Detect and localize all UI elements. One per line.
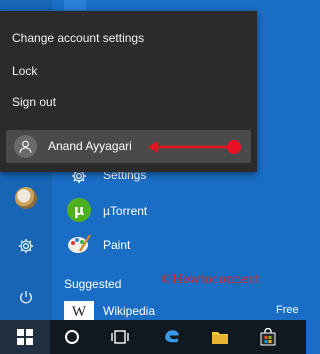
- utorrent-icon: µ: [64, 195, 94, 225]
- task-view-button[interactable]: [98, 320, 142, 354]
- account-name: Anand Ayyagari: [48, 139, 132, 153]
- store-bag-icon: [260, 328, 276, 346]
- cortana-button[interactable]: [50, 320, 94, 354]
- windows-logo-icon: [17, 329, 33, 345]
- user-placeholder-icon: [14, 135, 37, 158]
- cortana-circle-icon: [65, 330, 79, 344]
- suggested-app-wikipedia[interactable]: Wikipedia: [103, 304, 155, 318]
- app-label-paint: Paint: [103, 238, 131, 252]
- menu-item-sign-out[interactable]: Sign out: [12, 95, 56, 109]
- file-explorer-button[interactable]: [198, 320, 242, 354]
- taskbar: [0, 320, 306, 354]
- suggested-app-price: Free: [276, 304, 299, 316]
- settings-gear-icon[interactable]: [14, 234, 38, 258]
- partial-tile: [64, 0, 86, 10]
- watermark: ©Howtoconnect: [160, 272, 261, 286]
- power-icon[interactable]: [14, 285, 38, 309]
- account-menu: Change account settings Lock Sign out An…: [0, 11, 257, 172]
- wikipedia-icon: W: [64, 301, 94, 320]
- menu-item-lock[interactable]: Lock: [12, 64, 37, 78]
- store-button[interactable]: [246, 320, 290, 354]
- menu-item-change-account-settings[interactable]: Change account settings: [12, 31, 144, 45]
- edge-icon: [165, 330, 179, 343]
- paint-icon: [64, 229, 94, 259]
- account-row-current-user[interactable]: Anand Ayyagari: [6, 130, 251, 163]
- suggested-section-title: Suggested: [64, 277, 122, 291]
- start-button[interactable]: [0, 320, 50, 354]
- app-label-utorrent: µTorrent: [103, 204, 148, 218]
- edge-browser-button[interactable]: [150, 320, 194, 354]
- user-avatar[interactable]: [15, 187, 37, 209]
- red-arrow-annotation: [148, 140, 241, 154]
- svg-text:µ: µ: [74, 203, 84, 219]
- task-view-icon: [111, 330, 129, 344]
- folder-icon: [212, 332, 228, 344]
